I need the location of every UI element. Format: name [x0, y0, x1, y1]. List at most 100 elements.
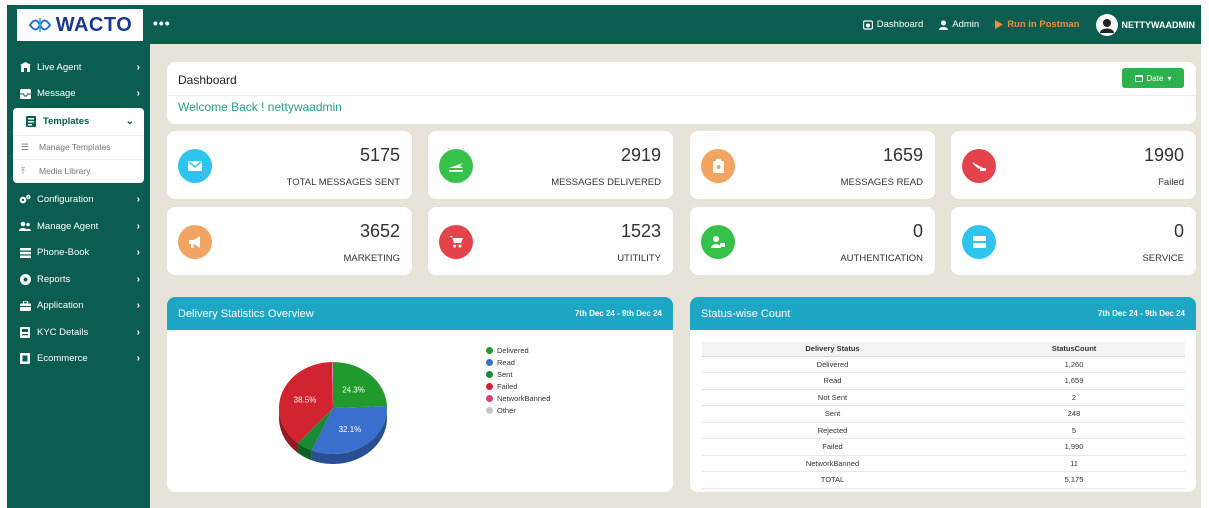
- cell-delivery-status: Read: [702, 372, 963, 390]
- welcome-message: Welcome Back ! nettywaadmin: [178, 100, 342, 114]
- sidebar: Live Agent › Message › Templates ⌄ ☰ Man…: [7, 44, 150, 508]
- legend-item[interactable]: Sent: [486, 368, 550, 380]
- submenu-item-manage-templates[interactable]: ☰ Manage Templates: [13, 134, 144, 159]
- dashboard-header-card: Dashboard Welcome Back ! nettywaadmin Da…: [167, 62, 1196, 124]
- stat-value: 1523: [620, 221, 661, 241]
- cell-delivery-status: Not Sent: [702, 389, 963, 406]
- stat-icon-circle: [962, 225, 996, 259]
- calendar-icon: [1134, 75, 1143, 82]
- stat-value: 2919: [620, 145, 661, 165]
- legend-item[interactable]: NetworkBanned: [486, 392, 550, 404]
- user-menu[interactable]: NETTYWAADMIN: [1095, 13, 1195, 36]
- cell-delivery-status: Rejected: [702, 422, 963, 439]
- sidebar-item-label: Manage Agent: [37, 220, 99, 232]
- sidebar-item-label: Templates: [43, 115, 90, 127]
- stat-label: UTITILITY: [617, 253, 661, 264]
- sidebar-item-label: Ecommerce: [37, 353, 88, 365]
- avatar: [1095, 13, 1118, 36]
- stat-card-total-messages-sent: 5175 TOTAL MESSAGES SENT: [167, 131, 412, 199]
- admin-link-label: Admin: [952, 19, 980, 30]
- cell-status-count: 11: [963, 455, 1185, 472]
- pie-data-label: 38.5%: [294, 396, 317, 405]
- sidebar-item-live-agent[interactable]: Live Agent ›: [7, 54, 150, 81]
- sidebar-item-ecommerce[interactable]: Ecommerce ›: [7, 346, 150, 373]
- cart-box-icon: [19, 353, 31, 365]
- panel-date-range: 7th Dec 24 - 9th Dec 24: [574, 309, 662, 318]
- postman-label: Run in Postman: [1007, 19, 1080, 30]
- list-icon: [19, 247, 31, 259]
- legend-item[interactable]: Read: [486, 356, 550, 368]
- user-lock-icon: [711, 236, 725, 248]
- server-icon: [972, 236, 986, 248]
- sidebar-item-kyc-details[interactable]: KYC Details ›: [7, 319, 150, 346]
- table-row: NetworkBanned 11: [702, 455, 1185, 472]
- top-navbar: WACTO ••• Dashboard Admin Run in Postman…: [7, 5, 1201, 44]
- main-content: Dashboard Welcome Back ! nettywaadmin Da…: [150, 44, 1201, 508]
- cell-delivery-status: Delivered: [702, 356, 963, 373]
- date-filter-button[interactable]: Date ▾: [1122, 68, 1184, 88]
- legend-swatch: [486, 358, 493, 366]
- stat-icon-circle: [439, 149, 473, 183]
- sidebar-item-label: Reports: [37, 273, 71, 285]
- user-icon: [939, 20, 949, 30]
- cell-status-count: 5,175: [963, 471, 1185, 489]
- stat-icon-circle: [439, 225, 473, 259]
- legend-label: NetworkBanned: [497, 393, 551, 403]
- sidebar-item-label: Phone-Book: [37, 247, 90, 259]
- chevron-right-icon: ›: [136, 247, 140, 259]
- stat-label: Failed: [1158, 177, 1184, 188]
- megaphone-icon: [189, 236, 200, 248]
- sidebar-item-templates[interactable]: Templates ⌄: [13, 108, 144, 135]
- logo[interactable]: WACTO: [17, 9, 143, 41]
- cell-status-count: 1,260: [963, 356, 1185, 373]
- stat-value: 0: [1173, 221, 1184, 241]
- cell-status-count: 1,659: [963, 372, 1185, 390]
- table-row: Delivered 1,260: [702, 356, 1185, 373]
- cell-delivery-status: NetworkBanned: [702, 455, 963, 472]
- table-row: Read 1,659: [702, 372, 1185, 390]
- chevron-down-icon: ⌄: [125, 115, 134, 127]
- legend-label: Delivered: [497, 345, 529, 355]
- legend-item[interactable]: Delivered: [486, 344, 550, 356]
- stat-card-marketing: 3652 MARKETING: [167, 207, 412, 275]
- building-icon: [19, 61, 31, 73]
- id-card-icon: [19, 326, 31, 338]
- dashboard-link[interactable]: Dashboard: [862, 19, 923, 30]
- panel-date-range: 7th Dec 24 - 9th Dec 24: [1097, 309, 1185, 318]
- templates-submenu: Templates ⌄ ☰ Manage Templates ⤒ Media L…: [13, 108, 144, 183]
- legend-label: Other: [497, 405, 516, 415]
- column-header-delivery-status[interactable]: Delivery Status: [702, 342, 963, 357]
- sidebar-item-manage-agent[interactable]: Manage Agent ›: [7, 213, 150, 240]
- submenu-item-media-library[interactable]: ⤒ Media Library: [13, 158, 144, 183]
- cell-status-count: 5: [963, 422, 1185, 439]
- briefcase-icon: [19, 300, 31, 312]
- stat-label: TOTAL MESSAGES SENT: [286, 177, 400, 188]
- dashboard-icon: [862, 19, 873, 30]
- cell-status-count: 248: [963, 405, 1185, 423]
- sidebar-item-application[interactable]: Application ›: [7, 293, 150, 320]
- stat-value: 5175: [359, 145, 400, 165]
- stat-card-failed: 1990 Failed: [951, 131, 1196, 199]
- sidebar-item-reports[interactable]: Reports ›: [7, 266, 150, 293]
- dot-circle-icon: [19, 273, 31, 285]
- legend-item[interactable]: Other: [486, 404, 550, 416]
- admin-link[interactable]: Admin: [939, 19, 979, 30]
- sidebar-item-configuration[interactable]: Configuration ›: [7, 187, 150, 214]
- column-header-status-count[interactable]: StatusCount: [963, 342, 1185, 357]
- read-icon: [712, 159, 724, 173]
- chevron-right-icon: ›: [136, 88, 140, 100]
- sidebar-item-phone-book[interactable]: Phone-Book ›: [7, 240, 150, 267]
- pie-chart: 24.3% 32.1% 38.5%: [279, 362, 387, 464]
- stat-icon-circle: [178, 149, 212, 183]
- sidebar-item-message[interactable]: Message ›: [7, 81, 150, 108]
- stat-icon-circle: [701, 149, 735, 183]
- chart-legend: Delivered Read Sent Failed NetworkBanned Othe…: [486, 344, 550, 416]
- divider: [167, 95, 1196, 96]
- table-row: TOTAL 5,175: [702, 471, 1185, 489]
- menu-dots-icon[interactable]: •••: [153, 15, 171, 31]
- plane-delivered-icon: [449, 163, 463, 172]
- run-in-postman-link[interactable]: Run in Postman: [995, 19, 1080, 30]
- legend-item[interactable]: Failed: [486, 380, 550, 392]
- chevron-right-icon: ›: [136, 300, 140, 312]
- stat-card-authentication: 0 AUTHENTICATION: [690, 207, 935, 275]
